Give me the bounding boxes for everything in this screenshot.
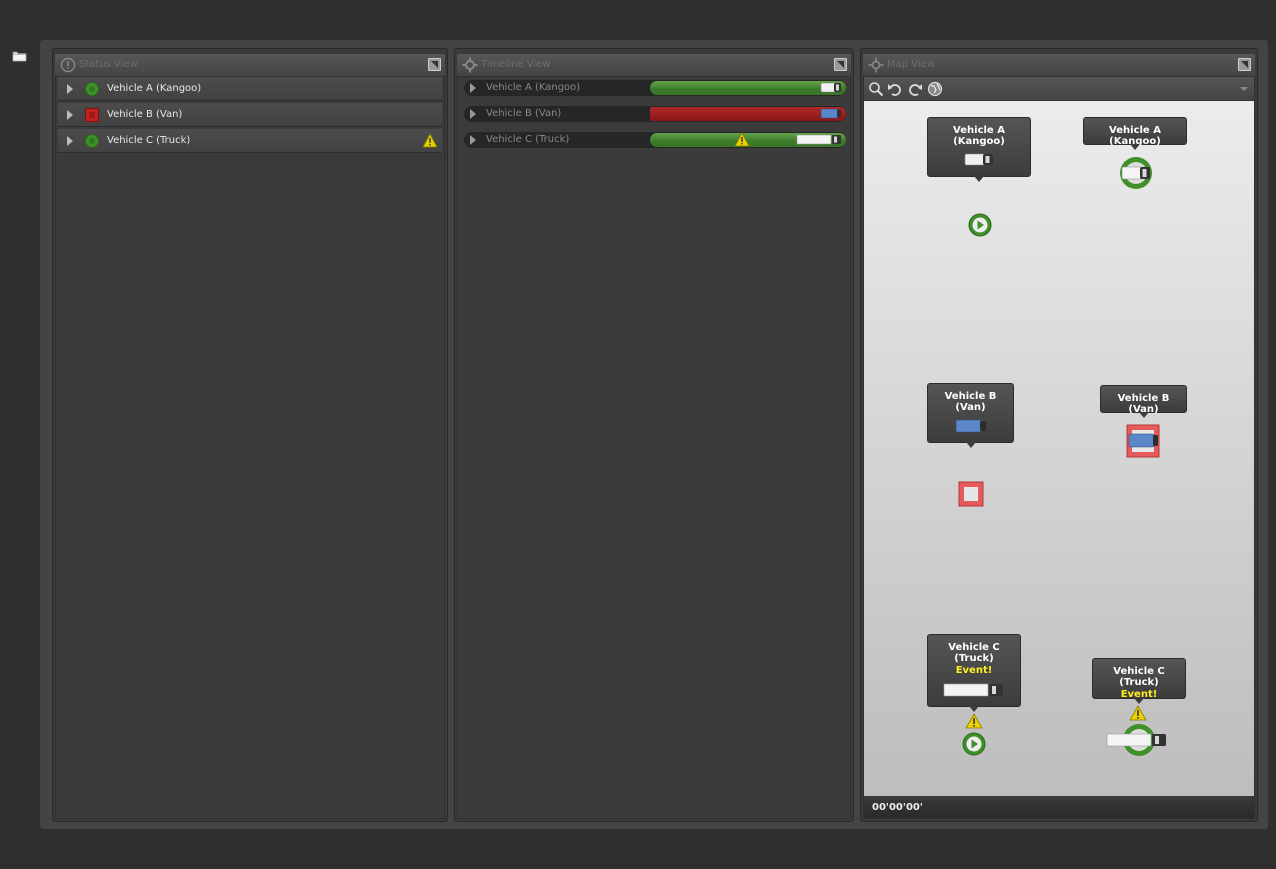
maximize-button[interactable] xyxy=(428,58,441,71)
gear-icon xyxy=(462,57,478,73)
kangoo-position-marker[interactable] xyxy=(1118,156,1154,190)
warning-icon xyxy=(422,133,438,148)
status-row-vehicle-c[interactable]: Vehicle C (Truck) xyxy=(58,129,442,153)
timeline-row-vehicle-c[interactable]: Vehicle C (Truck) xyxy=(464,132,846,148)
vehicle-name: Vehicle A (Kangoo) xyxy=(486,82,581,93)
redo-icon[interactable] xyxy=(907,81,923,97)
truck-icon xyxy=(796,134,841,145)
map-toolbar xyxy=(864,77,1254,101)
expand-arrow-icon[interactable] xyxy=(470,135,476,145)
play-marker-icon[interactable] xyxy=(967,212,993,238)
map-view-header[interactable]: Map View xyxy=(863,54,1255,76)
event-label: Event! xyxy=(1120,689,1158,700)
vehicle-callout-b-right[interactable]: Vehicle B (Van) xyxy=(1100,385,1187,418)
vehicle-callout-a-left[interactable]: Vehicle A (Kangoo) xyxy=(927,117,1031,182)
toolbar-dropdown-icon[interactable] xyxy=(1240,87,1248,91)
folder-icon[interactable] xyxy=(12,50,27,62)
expand-arrow-icon[interactable] xyxy=(470,83,476,93)
search-icon[interactable] xyxy=(868,81,884,97)
callout-title: Vehicle C (Truck) xyxy=(1113,666,1165,688)
expand-arrow-icon[interactable] xyxy=(67,110,73,120)
timeline-list: Vehicle A (Kangoo) Vehicle B (Van) Vehic… xyxy=(457,76,851,819)
play-marker-icon[interactable] xyxy=(961,731,987,757)
alarm-marker-icon[interactable] xyxy=(958,481,984,507)
timeline-row-vehicle-b[interactable]: Vehicle B (Van) xyxy=(464,106,846,122)
status-list: Vehicle A (Kangoo) Vehicle B (Van) Vehic… xyxy=(55,76,445,819)
globe-icon[interactable] xyxy=(927,81,943,97)
vehicle-callout-c-left[interactable]: Vehicle C (Truck) Event! xyxy=(927,634,1021,712)
undo-icon[interactable] xyxy=(887,81,903,97)
vehicle-name: Vehicle A (Kangoo) xyxy=(107,83,202,94)
kangoo-icon xyxy=(820,82,841,93)
vehicle-name: Vehicle B (Van) xyxy=(486,108,562,119)
expand-arrow-icon[interactable] xyxy=(67,84,73,94)
warning-icon[interactable] xyxy=(734,132,750,147)
kangoo-icon xyxy=(964,153,993,166)
vehicle-callout-a-right[interactable]: Vehicle A (Kangoo) xyxy=(1083,117,1187,150)
timeline-view-panel: Timeline View Vehicle A (Kangoo) Vehicle… xyxy=(454,48,854,822)
panel-title: Timeline View xyxy=(481,59,551,70)
crosshair-icon xyxy=(868,57,884,73)
callout-title: Vehicle B (Van) xyxy=(1117,393,1170,415)
maximize-button[interactable] xyxy=(1238,58,1251,71)
warning-icon[interactable] xyxy=(965,713,983,729)
workspace: Status View Vehicle A (Kangoo) Vehicle B… xyxy=(40,40,1268,829)
callout-title: Vehicle A (Kangoo) xyxy=(1109,125,1161,147)
timeline-row-vehicle-a[interactable]: Vehicle A (Kangoo) xyxy=(464,80,846,96)
map-footer: 00'00'00' xyxy=(864,796,1254,818)
vehicle-callout-c-right[interactable]: Vehicle C (Truck) Event! xyxy=(1092,658,1186,704)
callout-title: Vehicle B (Van) xyxy=(944,391,997,413)
callout-title: Vehicle A (Kangoo) xyxy=(953,125,1005,147)
time-readout: 00'00'00' xyxy=(872,802,923,813)
status-view-header[interactable]: Status View xyxy=(55,54,445,76)
map-view-panel: Map View Vehicle A (Kangoo) Vehicle A (K… xyxy=(860,48,1258,822)
map-canvas[interactable]: Vehicle A (Kangoo) Vehicle A (Kangoo) Ve… xyxy=(864,101,1254,796)
vehicle-callout-b-left[interactable]: Vehicle B (Van) xyxy=(927,383,1014,448)
status-row-vehicle-b[interactable]: Vehicle B (Van) xyxy=(58,103,442,127)
maximize-button[interactable] xyxy=(834,58,847,71)
callout-title: Vehicle C (Truck) xyxy=(948,642,1000,664)
van-position-marker[interactable] xyxy=(1126,424,1160,458)
timeline-bar[interactable] xyxy=(650,81,846,95)
panel-title: Status View xyxy=(79,59,138,70)
expand-arrow-icon[interactable] xyxy=(67,136,73,146)
status-alarm-icon xyxy=(85,108,99,122)
status-row-vehicle-a[interactable]: Vehicle A (Kangoo) xyxy=(58,77,442,101)
van-icon xyxy=(955,419,986,433)
timeline-view-header[interactable]: Timeline View xyxy=(457,54,851,76)
timeline-bar[interactable] xyxy=(650,107,846,121)
vehicle-name: Vehicle C (Truck) xyxy=(107,135,191,146)
map-container: Vehicle A (Kangoo) Vehicle A (Kangoo) Ve… xyxy=(863,76,1255,819)
status-ok-icon xyxy=(85,134,99,148)
truck-position-marker[interactable] xyxy=(1106,723,1172,757)
alert-circle-icon xyxy=(60,57,76,73)
status-ok-icon xyxy=(85,82,99,96)
status-view-panel: Status View Vehicle A (Kangoo) Vehicle B… xyxy=(52,48,448,822)
panel-title: Map View xyxy=(887,59,936,70)
expand-arrow-icon[interactable] xyxy=(470,109,476,119)
vehicle-name: Vehicle B (Van) xyxy=(107,109,183,120)
van-icon xyxy=(820,108,841,119)
warning-icon[interactable] xyxy=(1129,705,1147,721)
vehicle-name: Vehicle C (Truck) xyxy=(486,134,570,145)
truck-icon xyxy=(943,683,1003,697)
event-label: Event! xyxy=(955,665,993,676)
